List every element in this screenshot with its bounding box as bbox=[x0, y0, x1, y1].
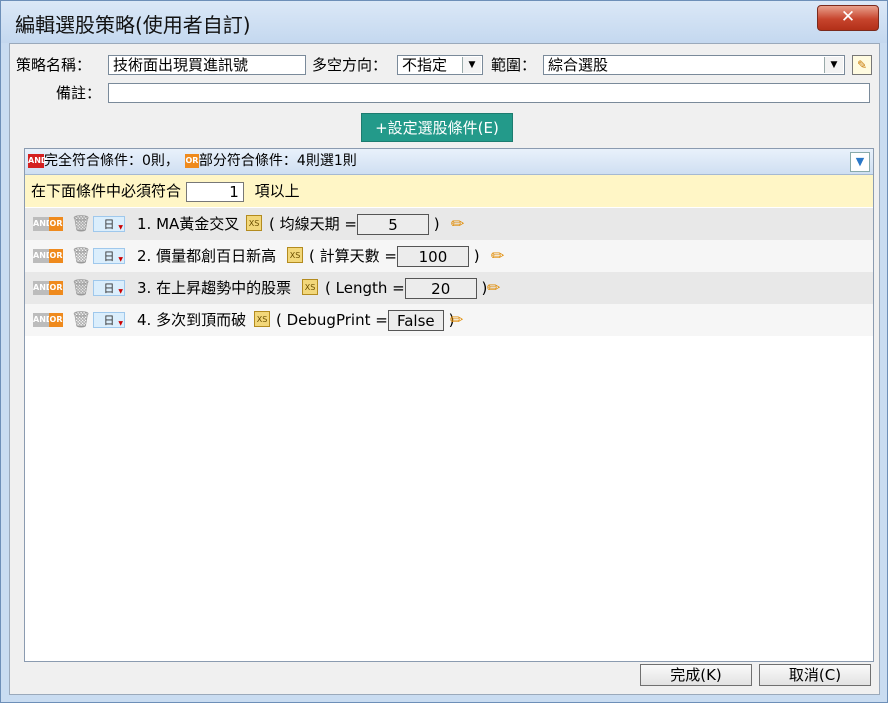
chevron-down-icon[interactable]: ▼ bbox=[824, 57, 843, 73]
partial-match-text: 部分符合條件：4則選1則 bbox=[198, 153, 357, 169]
direction-value: 不指定 bbox=[402, 56, 448, 74]
note-input[interactable] bbox=[108, 83, 870, 103]
condition-name: 3. 在上昇趨勢中的股票 bbox=[137, 279, 292, 297]
param-value-input[interactable]: 5 bbox=[356, 214, 429, 235]
frequency-value: 日 bbox=[103, 218, 115, 231]
frequency-value: 日 bbox=[103, 314, 115, 327]
collapse-icon[interactable]: ▼ bbox=[850, 152, 870, 172]
or-badge: OR bbox=[184, 154, 199, 168]
or-toggle[interactable]: OR bbox=[49, 281, 63, 295]
close-button[interactable]: ✕ bbox=[817, 5, 879, 31]
pencil-icon[interactable]: ✏ bbox=[450, 304, 463, 336]
and-badge: AND bbox=[28, 154, 48, 168]
and-toggle[interactable]: AND bbox=[33, 281, 53, 295]
xs-script-icon[interactable]: XS bbox=[246, 215, 262, 231]
condition-params: ( 計算天數 = 100 ) bbox=[309, 246, 480, 267]
param-value-input[interactable]: 20 bbox=[404, 278, 477, 299]
chevron-down-icon: ▼ bbox=[118, 256, 123, 263]
param-label: Length = bbox=[335, 279, 405, 297]
chevron-down-icon[interactable]: ▼ bbox=[462, 57, 481, 73]
note-label: 備註： bbox=[56, 84, 102, 102]
param-value-input[interactable]: 100 bbox=[396, 246, 469, 267]
condition-row[interactable]: AND OR 🗑 日 ▼ 4. 多次到頂而破 XS ( DebugPrint = F… bbox=[25, 304, 873, 336]
window-title: 編輯選股策略(使用者自訂) bbox=[15, 13, 251, 37]
direction-label: 多空方向： bbox=[312, 56, 388, 74]
strategy-name-label: 策略名稱： bbox=[16, 56, 92, 74]
trash-icon[interactable]: 🗑 bbox=[71, 304, 91, 336]
or-toggle[interactable]: OR bbox=[49, 249, 63, 263]
condition-name: 2. 價量都創百日新高 bbox=[137, 247, 277, 265]
param-label: 計算天數 = bbox=[319, 247, 397, 265]
and-toggle[interactable]: AND bbox=[33, 249, 53, 263]
scope-label: 範圍： bbox=[491, 56, 537, 74]
and-toggle[interactable]: AND bbox=[33, 313, 53, 327]
must-match-suffix: 項以上 bbox=[254, 182, 300, 200]
trash-icon[interactable]: 🗑 bbox=[71, 272, 91, 304]
must-match-count-input[interactable]: 1 bbox=[185, 181, 244, 202]
xs-script-icon[interactable]: XS bbox=[254, 311, 270, 327]
must-match-prefix: 在下面條件中必須符合 bbox=[31, 182, 182, 200]
chevron-down-icon: ▼ bbox=[118, 320, 123, 327]
title-bar[interactable]: 編輯選股策略(使用者自訂) ✕ bbox=[1, 1, 887, 43]
scope-select[interactable]: 綜合選股 ▼ bbox=[543, 55, 845, 75]
param-value-input[interactable]: False bbox=[387, 310, 444, 331]
frequency-select[interactable]: 日 ▼ bbox=[93, 280, 125, 296]
condition-name: 1. MA黃金交叉 bbox=[137, 215, 240, 233]
pencil-icon[interactable]: ✏ bbox=[487, 272, 500, 304]
xs-script-icon[interactable]: XS bbox=[287, 247, 303, 263]
edit-scope-icon[interactable]: ✎ bbox=[852, 55, 872, 75]
condition-name: 4. 多次到頂而破 bbox=[137, 311, 247, 329]
must-match-row: 在下面條件中必須符合 1 項以上 bbox=[25, 175, 873, 207]
direction-select[interactable]: 不指定 ▼ bbox=[397, 55, 483, 75]
and-toggle[interactable]: AND bbox=[33, 217, 53, 231]
xs-script-icon[interactable]: XS bbox=[302, 279, 318, 295]
chevron-down-icon: ▼ bbox=[118, 288, 123, 295]
condition-params: ( Length = 20 ) bbox=[325, 278, 488, 299]
condition-panel: AND完全符合條件：0則， OR部分符合條件：4則選1則 ▼ 在下面條件中必須符合… bbox=[24, 148, 874, 662]
frequency-select[interactable]: 日 ▼ bbox=[93, 216, 125, 232]
scope-value: 綜合選股 bbox=[548, 56, 609, 74]
full-match-text: 完全符合條件：0則， bbox=[44, 153, 179, 169]
condition-params: ( DebugPrint = False ) bbox=[276, 310, 455, 331]
or-toggle[interactable]: OR bbox=[49, 313, 63, 327]
ok-button[interactable]: 完成(K) bbox=[640, 664, 752, 686]
cancel-button[interactable]: 取消(C) bbox=[759, 664, 871, 686]
frequency-value: 日 bbox=[103, 250, 115, 263]
frequency-select[interactable]: 日 ▼ bbox=[93, 312, 125, 328]
pencil-icon[interactable]: ✏ bbox=[451, 208, 464, 240]
condition-row[interactable]: AND OR 🗑 日 ▼ 3. 在上昇趨勢中的股票 XS ( Length = 20… bbox=[25, 272, 873, 304]
dialog-client-area: 策略名稱： 技術面出現買進訊號 多空方向： 不指定 ▼ 範圍： 綜合選股 ▼ ✎… bbox=[9, 43, 880, 695]
pencil-icon[interactable]: ✏ bbox=[491, 240, 504, 272]
chevron-down-icon: ▼ bbox=[118, 224, 123, 231]
strategy-name-input[interactable]: 技術面出現買進訊號 bbox=[108, 55, 306, 75]
set-condition-button[interactable]: +設定選股條件(E) bbox=[361, 113, 513, 142]
condition-summary-bar: AND完全符合條件：0則， OR部分符合條件：4則選1則 ▼ bbox=[25, 149, 873, 175]
or-toggle[interactable]: OR bbox=[49, 217, 63, 231]
condition-params: ( 均線天期 = 5 ) bbox=[269, 214, 440, 235]
condition-row[interactable]: AND OR 🗑 日 ▼ 1. MA黃金交叉 XS ( 均線天期 = 5 ) ✏ bbox=[25, 208, 873, 240]
frequency-select[interactable]: 日 ▼ bbox=[93, 248, 125, 264]
param-label: DebugPrint = bbox=[286, 311, 388, 329]
param-label: 均線天期 = bbox=[279, 215, 357, 233]
condition-row[interactable]: AND OR 🗑 日 ▼ 2. 價量都創百日新高 XS ( 計算天數 = 100 )… bbox=[25, 240, 873, 272]
trash-icon[interactable]: 🗑 bbox=[71, 240, 91, 272]
dialog-window: 編輯選股策略(使用者自訂) ✕ 策略名稱： 技術面出現買進訊號 多空方向： 不指… bbox=[0, 0, 888, 703]
frequency-value: 日 bbox=[103, 282, 115, 295]
trash-icon[interactable]: 🗑 bbox=[71, 208, 91, 240]
